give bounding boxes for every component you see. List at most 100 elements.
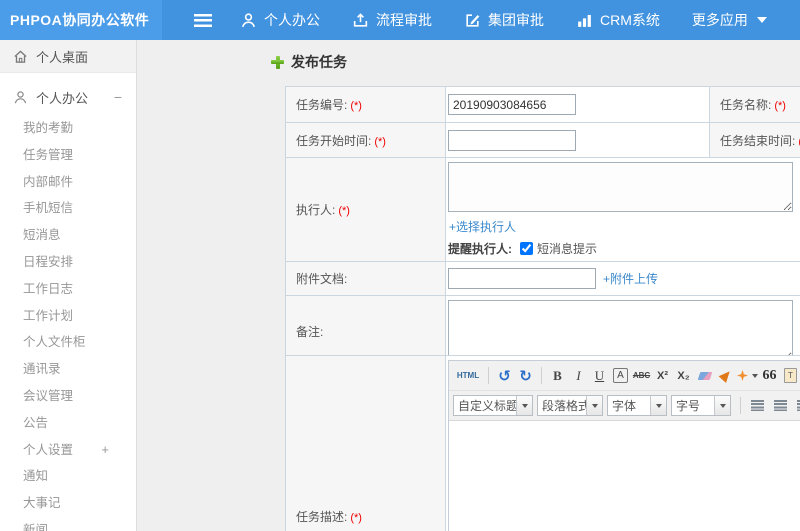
heading-style-select[interactable]: 自定义标题 — [453, 395, 533, 416]
nav-group-approval[interactable]: 集团审批 — [464, 10, 544, 30]
task-form-table: 任务编号:(*) 任务名称:(*) 任务开始时间:(*) 任务结束时间 — [285, 86, 800, 367]
sidebar-item[interactable]: 手机短信 — [0, 195, 136, 222]
italic-button[interactable]: I — [569, 365, 588, 386]
sidebar-item[interactable]: 短消息 — [0, 222, 136, 249]
nav-more-apps[interactable]: 更多应用 — [692, 10, 767, 30]
task-desc-table: 任务描述:(*) HTML↺↻BIUAABCX²X₂66A 自定义标题段落格式字… — [285, 355, 800, 531]
nav-workflow-approval[interactable]: 流程审批 — [352, 10, 432, 30]
process-icon — [352, 12, 369, 29]
sidebar-item[interactable]: 日程安排 — [0, 249, 136, 276]
source-code-button[interactable]: HTML — [454, 365, 482, 386]
attachment-input[interactable] — [448, 268, 596, 289]
subscript-button[interactable]: X₂ — [674, 365, 693, 386]
sidebar-item-label: 公告 — [23, 415, 49, 430]
app-logo: PHPOA协同办公软件 — [0, 0, 162, 40]
select-value: 字体 — [612, 399, 637, 413]
nav-label: CRM系统 — [600, 12, 660, 28]
caret-down-icon[interactable] — [714, 396, 730, 415]
remind-executor-label: 提醒执行人: — [448, 242, 512, 256]
start-time-input[interactable] — [448, 129, 576, 151]
expand-icon[interactable]: + — [101, 437, 109, 464]
collapse-icon[interactable]: − — [114, 89, 122, 105]
sidebar-item[interactable]: 内部邮件 — [0, 169, 136, 196]
paste-plain-button[interactable] — [781, 365, 800, 386]
edit-icon — [464, 12, 481, 29]
attachment-upload-link[interactable]: +附件上传 — [603, 270, 658, 287]
underline-button[interactable]: U — [590, 365, 609, 386]
sidebar-item[interactable]: 公告 — [0, 410, 136, 437]
sidebar-item-label: 手机短信 — [23, 201, 74, 216]
font-family-select[interactable]: 字体 — [607, 395, 667, 416]
rich-text-editor: HTML↺↻BIUAABCX²X₂66A 自定义标题段落格式字体字号 — [448, 360, 800, 531]
sidebar-item[interactable]: 会议管理 — [0, 383, 136, 410]
sms-remind-label: 短消息提示 — [537, 242, 598, 256]
chart-icon — [576, 12, 593, 29]
toolbar-separator — [541, 367, 542, 384]
sidebar-item[interactable]: 个人文件柜 — [0, 329, 136, 356]
user-icon — [240, 12, 257, 29]
menu-toggle-icon[interactable] — [194, 13, 212, 27]
caret-down-icon[interactable] — [650, 396, 666, 415]
sidebar-item-label: 工作计划 — [23, 308, 74, 323]
executor-label: 执行人: (*) — [285, 157, 446, 262]
editor-toolbar-row1: HTML↺↻BIUAABCX²X₂66A — [449, 361, 800, 391]
bold-button[interactable]: B — [548, 365, 567, 386]
quick-format-button[interactable] — [737, 365, 758, 386]
sidebar-item-label: 内部邮件 — [23, 174, 74, 189]
sidebar-item[interactable]: 通知 — [0, 463, 136, 490]
user-icon — [13, 90, 28, 105]
remove-format-button[interactable] — [695, 365, 714, 386]
paragraph-format-select[interactable]: 段落格式 — [537, 395, 603, 416]
sidebar-item-label: 新闻 — [23, 522, 49, 531]
sms-remind-checkbox[interactable] — [520, 242, 533, 255]
sidebar-item[interactable]: 新闻 — [0, 517, 136, 531]
font-size-select[interactable]: 字号 — [671, 395, 731, 416]
choose-executor-link[interactable]: +选择执行人 — [449, 218, 516, 235]
select-value: 字号 — [676, 399, 701, 413]
strikethrough-button[interactable]: ABC — [632, 365, 651, 386]
sidebar-group-label: 个人办公 — [36, 90, 89, 106]
blockquote-button[interactable]: 66 — [760, 365, 779, 386]
sidebar-item[interactable]: 任务管理 — [0, 142, 136, 169]
editor-content-area[interactable] — [449, 421, 800, 531]
nav-label: 个人办公 — [264, 12, 320, 28]
sidebar-item[interactable]: 个人设置 + — [0, 437, 136, 464]
sidebar-item[interactable]: 工作计划 — [0, 303, 136, 330]
sidebar-item[interactable]: 通讯录 — [0, 356, 136, 383]
sidebar-item-label: 个人设置 — [23, 442, 74, 457]
sidebar-item[interactable]: 工作日志 — [0, 276, 136, 303]
sidebar: 个人桌面 个人办公 − 我的考勤 任务管理内部邮件手机短信短消息日程安排工作日志工… — [0, 40, 137, 531]
nav-label: 集团审批 — [488, 12, 544, 28]
format-brush-button[interactable] — [716, 365, 735, 386]
task-desc-label: 任务描述: (*) — [285, 355, 446, 531]
add-icon — [271, 55, 284, 69]
sidebar-item-label: 日程安排 — [23, 254, 74, 269]
select-value: 段落格式 — [542, 399, 586, 413]
sidebar-item[interactable]: 我的考勤 — [0, 115, 136, 142]
attachment-label: 附件文档: — [285, 261, 446, 296]
align-right-button[interactable] — [793, 395, 800, 416]
sidebar-item-desktop[interactable]: 个人桌面 — [0, 40, 136, 73]
executor-textarea[interactable] — [448, 162, 793, 212]
undo-button[interactable]: ↺ — [495, 365, 514, 386]
sidebar-item-label: 通知 — [23, 469, 49, 484]
app-window: PHPOA协同办公软件 个人办公 流程审批 集团审批 CRM系统 更多应用 个人桌面 个… — [0, 0, 800, 531]
main-content: 发布任务 任务编号:(*) 任务名称:(*) 任务开始时间:(*) — [138, 40, 800, 531]
sidebar-item-label: 工作日志 — [23, 281, 74, 296]
toolbar-separator — [488, 367, 489, 384]
nav-label: 更多应用 — [691, 12, 748, 28]
caret-down-icon[interactable] — [516, 396, 532, 415]
font-style-box-button[interactable]: A — [613, 368, 628, 383]
sidebar-item-label: 大事记 — [23, 496, 61, 511]
sidebar-group-personal-office[interactable]: 个人办公 − — [0, 81, 136, 113]
task-no-input[interactable] — [448, 94, 576, 115]
nav-crm-system[interactable]: CRM系统 — [576, 10, 660, 30]
redo-button[interactable]: ↻ — [516, 365, 535, 386]
align-center-button[interactable] — [770, 395, 791, 416]
sidebar-item[interactable]: 大事记 — [0, 490, 136, 517]
remark-textarea[interactable] — [448, 300, 793, 362]
caret-down-icon[interactable] — [586, 396, 602, 415]
nav-personal-office[interactable]: 个人办公 — [240, 10, 320, 30]
align-left-button[interactable] — [747, 395, 768, 416]
superscript-button[interactable]: X² — [653, 365, 672, 386]
